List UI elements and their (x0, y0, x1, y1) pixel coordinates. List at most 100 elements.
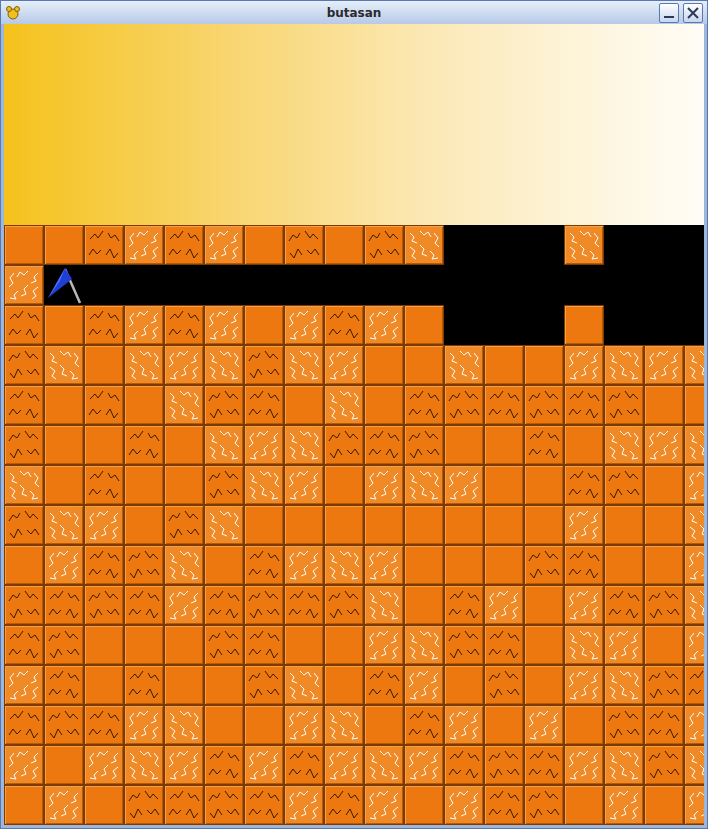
tile (404, 345, 444, 385)
tile (244, 385, 284, 425)
tile (404, 385, 444, 425)
tile (4, 505, 44, 545)
tile (164, 585, 204, 625)
chip-icon (324, 705, 364, 745)
chip-icon (604, 665, 644, 705)
crack-icon (84, 465, 124, 505)
chip-icon (364, 745, 404, 785)
crack-icon (524, 425, 564, 465)
tile (484, 345, 524, 385)
tile (4, 665, 44, 705)
chip-icon (124, 345, 164, 385)
tile (564, 465, 604, 505)
chip-icon (684, 705, 704, 745)
tile (564, 505, 604, 545)
tile (84, 545, 124, 585)
crack-icon (124, 545, 164, 585)
tile (524, 545, 564, 585)
chip-icon (44, 785, 84, 825)
tile (364, 785, 404, 825)
tile (604, 345, 644, 385)
chip-icon (164, 345, 204, 385)
crack-icon (444, 585, 484, 625)
tile (164, 625, 204, 665)
tile (484, 385, 524, 425)
crack-icon (44, 665, 84, 705)
tile (484, 545, 524, 585)
tile (684, 345, 704, 385)
tile (44, 465, 84, 505)
crack-icon (204, 465, 244, 505)
crack-icon (364, 425, 404, 465)
tile (524, 585, 564, 625)
tile (284, 225, 324, 265)
crack-icon (524, 545, 564, 585)
tile (284, 385, 324, 425)
tile (324, 665, 364, 705)
tile (364, 225, 404, 265)
close-icon (684, 4, 702, 22)
chip-icon (604, 425, 644, 465)
chip-icon (564, 625, 604, 665)
chip-icon (284, 465, 324, 505)
tile (164, 745, 204, 785)
minimize-button[interactable] (659, 3, 679, 23)
crack-icon (164, 225, 204, 265)
tile (524, 665, 564, 705)
tile (524, 345, 564, 385)
tile (444, 385, 484, 425)
crack-icon (84, 225, 124, 265)
tile (164, 265, 204, 305)
tile (244, 305, 284, 345)
crack-icon (124, 785, 164, 825)
chip-icon (364, 465, 404, 505)
tile (84, 425, 124, 465)
tile (124, 505, 164, 545)
chip-icon (364, 305, 404, 345)
tile (44, 745, 84, 785)
chip-icon (564, 665, 604, 705)
crack-icon (324, 425, 364, 465)
tile (284, 465, 324, 505)
chip-icon (124, 305, 164, 345)
chip-icon (44, 545, 84, 585)
player[interactable] (44, 265, 84, 305)
crack-icon (4, 425, 44, 465)
tile (644, 345, 684, 385)
crack-icon (244, 385, 284, 425)
chip-icon (604, 345, 644, 385)
crack-icon (644, 585, 684, 625)
tile (124, 705, 164, 745)
tile (244, 785, 284, 825)
tile (684, 785, 704, 825)
crack-icon (444, 385, 484, 425)
tile (644, 625, 684, 665)
tile (684, 665, 704, 705)
tile (204, 705, 244, 745)
tile (4, 625, 44, 665)
tile (564, 785, 604, 825)
crack-icon (564, 385, 604, 425)
tile (4, 705, 44, 745)
chip-icon (244, 425, 284, 465)
tile (4, 785, 44, 825)
crack-icon (244, 585, 284, 625)
tile (204, 425, 244, 465)
tile (164, 665, 204, 705)
tile (324, 465, 364, 505)
tile (364, 705, 404, 745)
tile (604, 705, 644, 745)
crack-icon (604, 585, 644, 625)
crack-icon (244, 785, 284, 825)
tile (44, 425, 84, 465)
close-button[interactable] (683, 3, 703, 23)
chip-icon (284, 545, 324, 585)
tile (604, 265, 644, 305)
tile (364, 265, 404, 305)
crack-icon (364, 225, 404, 265)
crack-icon (244, 545, 284, 585)
tile (284, 505, 324, 545)
tile (4, 745, 44, 785)
tile (404, 545, 444, 585)
tile (564, 265, 604, 305)
